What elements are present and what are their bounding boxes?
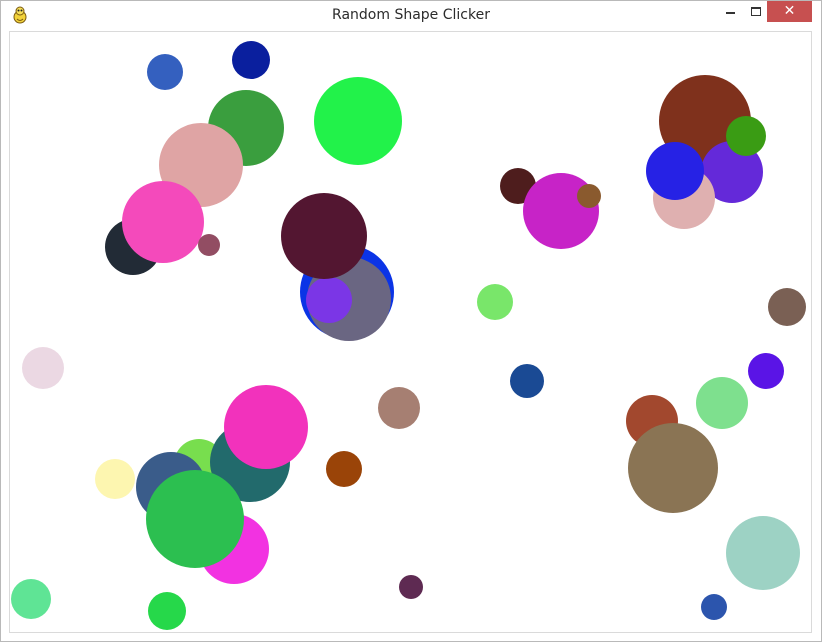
circle-shape[interactable] [696,377,748,429]
circle-shape[interactable] [11,579,51,619]
circle-shape[interactable] [22,347,64,389]
circle-shape[interactable] [510,364,544,398]
circle-shape[interactable] [314,77,402,165]
circle-shape[interactable] [306,277,352,323]
circle-shape[interactable] [646,142,704,200]
title-bar[interactable]: Random Shape Clicker ✕ [1,1,821,31]
circle-shape[interactable] [628,423,718,513]
circle-shape[interactable] [768,288,806,326]
circle-shape[interactable] [701,594,727,620]
circle-shape[interactable] [95,459,135,499]
maximize-icon [751,7,761,16]
circle-shape[interactable] [726,116,766,156]
minimize-icon [726,12,735,14]
minimize-button[interactable] [717,1,743,22]
circle-shape[interactable] [224,385,308,469]
shape-layer[interactable] [10,32,812,633]
circle-shape[interactable] [378,387,420,429]
circle-shape[interactable] [147,54,183,90]
game-canvas[interactable] [9,31,812,633]
circle-shape[interactable] [399,575,423,599]
circle-shape[interactable] [577,184,601,208]
circle-shape[interactable] [281,193,367,279]
close-button[interactable]: ✕ [767,1,812,22]
circle-shape[interactable] [148,592,186,630]
circle-shape[interactable] [198,234,220,256]
maximize-button[interactable] [743,1,767,22]
circle-shape[interactable] [146,470,244,568]
circle-shape[interactable] [726,516,800,590]
circle-shape[interactable] [748,353,784,389]
circle-shape[interactable] [232,41,270,79]
app-window: Random Shape Clicker ✕ [0,0,822,642]
circle-shape[interactable] [477,284,513,320]
close-icon: ✕ [783,3,796,19]
circle-shape[interactable] [326,451,362,487]
circle-shape[interactable] [122,181,204,263]
window-title: Random Shape Clicker [332,7,490,23]
